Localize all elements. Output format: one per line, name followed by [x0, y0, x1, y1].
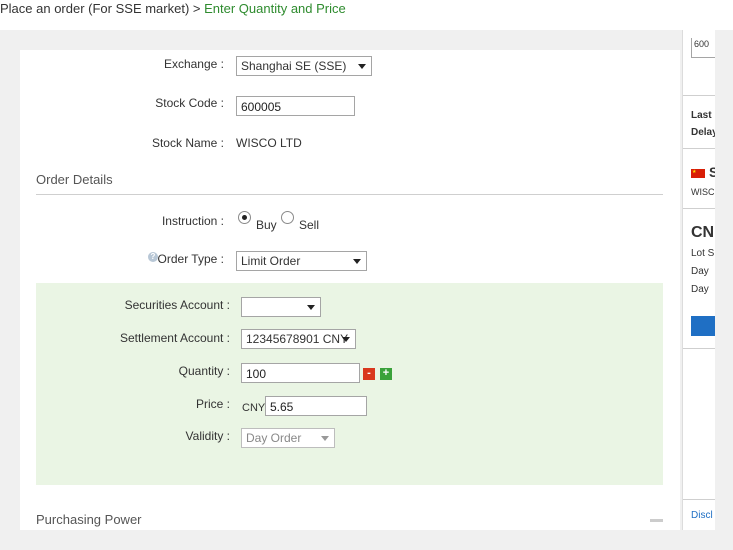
- side-divider: [683, 95, 715, 96]
- exchange-value: Shanghai SE (SSE): [241, 59, 347, 73]
- order-details-divider: [36, 194, 663, 195]
- chevron-down-icon: [321, 436, 329, 441]
- validity-label: Validity :: [185, 429, 230, 443]
- buy-radio[interactable]: [238, 211, 251, 224]
- stock-name-short: S: [709, 164, 715, 180]
- quantity-increase-button[interactable]: +: [380, 368, 392, 380]
- validity-value: Day Order: [246, 431, 302, 445]
- disclaimer-link[interactable]: Discl: [691, 510, 713, 521]
- chevron-down-icon: [358, 64, 366, 69]
- quote-side-panel: 600 Last Delay ★ S WISC CN Lot S Day Day…: [682, 30, 715, 530]
- quantity-decrease-button[interactable]: -: [363, 368, 375, 380]
- price-label: Price :: [195, 397, 230, 411]
- purchasing-power-title: Purchasing Power: [36, 512, 142, 527]
- securities-account-label: Securities Account :: [124, 298, 230, 312]
- blue-action-button[interactable]: [691, 316, 715, 336]
- stock-code-input[interactable]: 600005: [236, 96, 355, 116]
- stock-code-label: Stock Code :: [155, 96, 224, 110]
- currency-heading: CN: [691, 224, 715, 241]
- side-divider: [683, 348, 715, 349]
- breadcrumb-current: Enter Quantity and Price: [204, 1, 346, 16]
- day-high-label: Day: [691, 266, 709, 277]
- stock-name-label: Stock Name :: [151, 136, 224, 150]
- quantity-label: Quantity :: [178, 364, 230, 378]
- quote-code-input[interactable]: 600: [691, 38, 715, 58]
- side-divider: [683, 148, 715, 149]
- order-type-value: Limit Order: [241, 254, 301, 268]
- delay-label: Delay: [691, 127, 715, 138]
- price-input[interactable]: 5.65: [265, 396, 367, 416]
- day-low-label: Day: [691, 284, 709, 295]
- instruction-label: Instruction :: [161, 214, 224, 228]
- securities-account-select[interactable]: [241, 297, 321, 317]
- lot-size-label: Lot S: [691, 248, 715, 259]
- order-type-label: Order Type :: [157, 252, 224, 266]
- side-divider: [683, 499, 715, 500]
- order-details-title: Order Details: [36, 172, 113, 187]
- side-divider: [683, 208, 715, 209]
- account-section: [36, 283, 663, 485]
- stock-short-name: WISC: [691, 187, 715, 197]
- last-label: Last: [691, 110, 712, 121]
- price-currency: CNY: [242, 402, 266, 414]
- sell-radio[interactable]: [281, 211, 294, 224]
- breadcrumb-parent[interactable]: Place an order (For SSE market) >: [0, 1, 204, 16]
- breadcrumb: Place an order (For SSE market) > Enter …: [0, 1, 346, 16]
- settlement-account-value: 12345678901 CNY: [246, 332, 349, 346]
- exchange-select[interactable]: Shanghai SE (SSE): [236, 56, 372, 76]
- collapse-icon[interactable]: [650, 519, 663, 522]
- buy-label[interactable]: Buy: [256, 218, 277, 232]
- chevron-down-icon: [307, 305, 315, 310]
- order-type-select[interactable]: Limit Order: [236, 251, 367, 271]
- stock-name-value: WISCO LTD: [236, 136, 302, 150]
- china-flag-icon: ★: [691, 169, 705, 178]
- sell-label[interactable]: Sell: [299, 218, 319, 232]
- settlement-account-label: Settlement Account :: [119, 331, 230, 345]
- chevron-down-icon: [342, 337, 350, 342]
- quantity-input[interactable]: 100: [241, 363, 360, 383]
- exchange-label: Exchange :: [163, 57, 224, 71]
- chevron-down-icon: [353, 259, 361, 264]
- validity-select[interactable]: Day Order: [241, 428, 335, 448]
- settlement-account-select[interactable]: 12345678901 CNY: [241, 329, 356, 349]
